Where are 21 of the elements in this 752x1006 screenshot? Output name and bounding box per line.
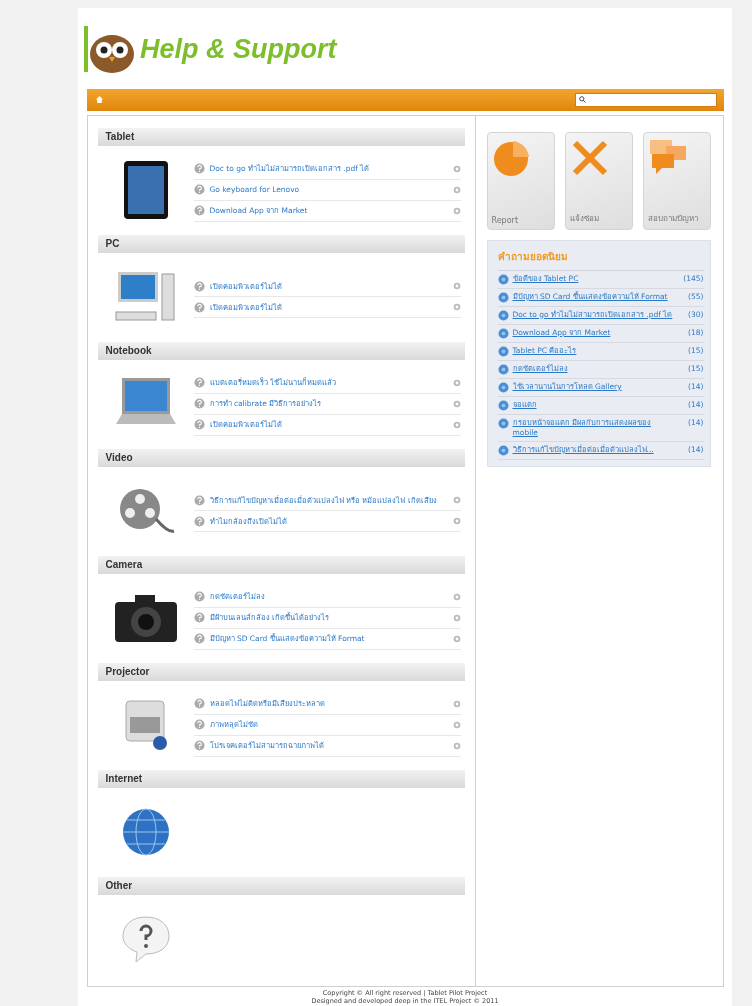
category-header: Tablet — [97, 127, 465, 146]
globe-picture — [120, 807, 171, 858]
site-title: Help & Support — [140, 34, 337, 66]
menu-tile[interactable]: แจ้งซ่อม — [564, 131, 633, 230]
category-header: PC — [97, 234, 465, 253]
menu-tile[interactable]: สอบถามปัญหา — [642, 131, 711, 230]
category-header: Internet — [97, 769, 465, 788]
category-header: Other — [97, 876, 465, 895]
speech-bubble-question-picture — [119, 914, 172, 965]
panel-title: คำถามยอดนิยม — [497, 246, 704, 271]
category-header: Camera — [97, 555, 465, 574]
category-header: Video — [97, 448, 465, 467]
category-header: Projector — [97, 662, 465, 681]
search-icon — [578, 96, 586, 104]
home-icon[interactable] — [94, 95, 104, 105]
search-field[interactable] — [574, 92, 717, 107]
camera-picture — [112, 592, 179, 645]
menu-tile[interactable]: Report — [486, 131, 555, 230]
category-header: Notebook — [97, 341, 465, 360]
owl-logo-icon — [82, 23, 136, 76]
tablet-picture — [122, 160, 169, 221]
